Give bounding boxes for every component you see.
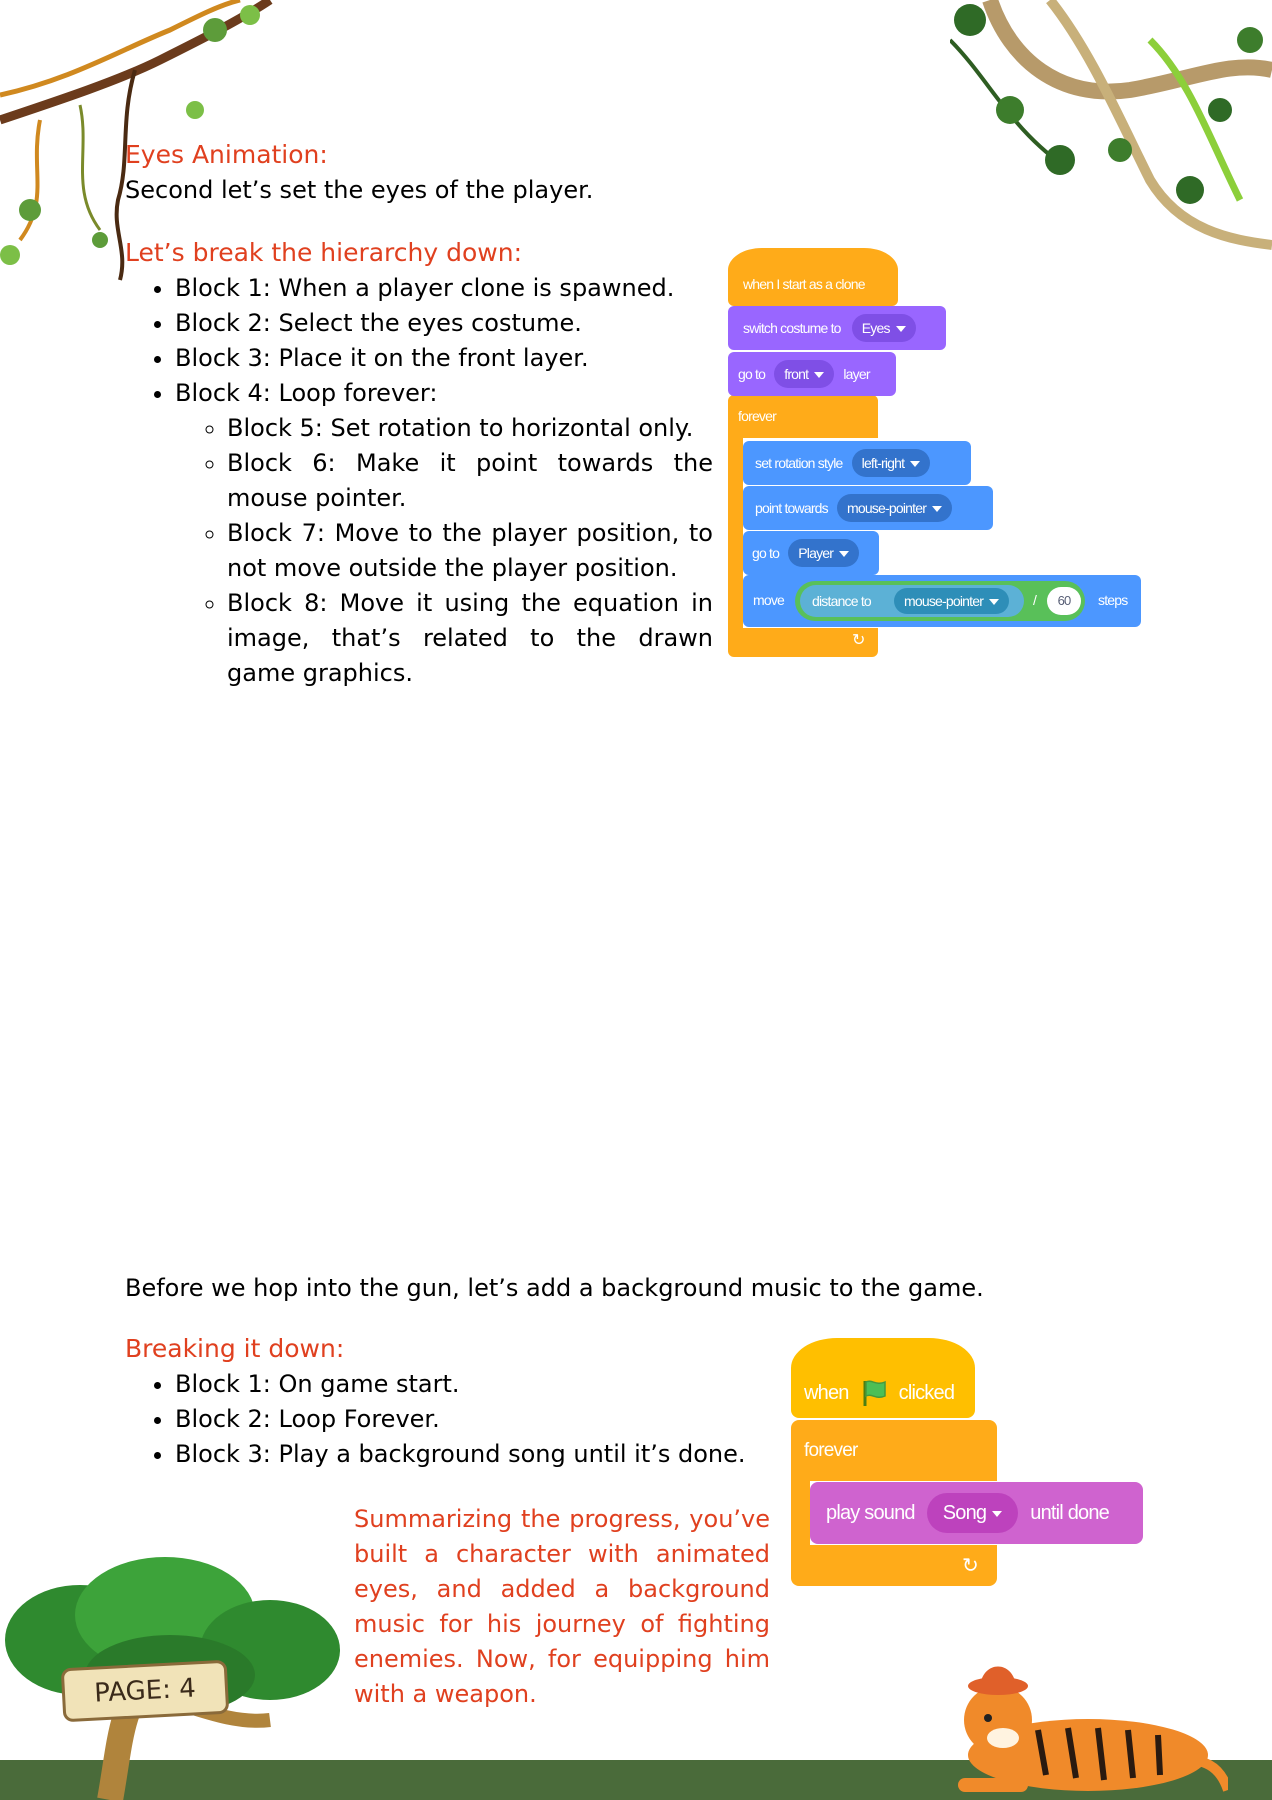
move-steps-block: move distance to mouse-pointer / 60 step… — [743, 575, 1141, 627]
sub-list-item: Block 6: Make it point towards the mouse… — [227, 446, 713, 516]
eyes-block-list: Block 1: When a player clone is spawned.… — [125, 271, 713, 691]
sub-list-item: Block 7: Move to the player position, to… — [227, 516, 713, 586]
distance-to-label: distance to — [812, 593, 872, 609]
move-label: move — [753, 592, 785, 608]
breaking-it-down-heading: Breaking it down: — [125, 1334, 345, 1363]
until-done-label: until done — [1030, 1501, 1110, 1524]
forever-label: forever — [738, 408, 777, 424]
point-dropdown[interactable]: mouse-pointer — [836, 494, 953, 522]
forever-label: forever — [804, 1440, 858, 1461]
tiger-illustration — [958, 1666, 1228, 1792]
player-dropdown[interactable]: Player — [788, 539, 860, 567]
layer-label: layer — [843, 366, 870, 382]
sub-list-item: Block 8: Move it using the equation in i… — [227, 586, 713, 691]
go-to-player-block: go to Player — [743, 531, 879, 575]
chevron-down-icon — [932, 506, 943, 513]
chevron-down-icon — [895, 326, 906, 333]
go-to-player-label: go to — [752, 545, 780, 561]
page-number-label: PAGE: 4 — [93, 1673, 197, 1709]
rotation-dropdown[interactable]: left-right — [851, 449, 931, 477]
switch-costume-block: switch costume to Eyes — [728, 306, 946, 350]
page-number-scroll: PAGE: 4 — [60, 1659, 230, 1723]
divide-symbol: / — [1033, 592, 1037, 608]
eyes-breakdown-heading: Let’s break the hierarchy down: — [125, 238, 522, 267]
play-sound-block: play sound Song until done — [810, 1482, 1143, 1544]
loop-arrow-icon: ↻ — [962, 1555, 979, 1577]
chevron-down-icon — [910, 461, 921, 468]
loop-arrow-icon: ↻ — [852, 632, 865, 649]
clicked-label: clicked — [898, 1381, 955, 1404]
list-item: Block 3: Place it on the front layer. — [175, 341, 713, 376]
list-item: Block 1: When a player clone is spawned. — [175, 271, 713, 306]
eyes-intro-text: Second let’s set the eyes of the player. — [125, 176, 594, 204]
go-to-label: go to — [738, 366, 766, 382]
play-sound-label: play sound — [826, 1501, 916, 1524]
chevron-down-icon — [989, 599, 1000, 606]
list-item-label: Block 4: Loop forever: — [175, 379, 438, 407]
distance-dropdown[interactable]: mouse-pointer — [894, 588, 1010, 614]
flag-hat-content: when clicked — [804, 1378, 955, 1408]
point-towards-label: point towards — [755, 500, 829, 516]
divisor-input[interactable]: 60 — [1047, 587, 1081, 615]
costume-dropdown[interactable]: Eyes — [851, 314, 916, 342]
distance-to-reporter: distance to mouse-pointer — [800, 585, 1024, 617]
sound-dropdown[interactable]: Song — [926, 1493, 1019, 1533]
chevron-down-icon — [992, 1510, 1003, 1517]
list-item: Block 2: Loop Forever. — [175, 1402, 765, 1437]
music-intro-text: Before we hop into the gun, let’s add a … — [125, 1274, 984, 1302]
switch-costume-label: switch costume to — [743, 320, 841, 336]
list-item: Block 3: Play a background song until it… — [175, 1437, 765, 1472]
list-item: Block 4: Loop forever: Block 5: Set rota… — [175, 376, 713, 691]
steps-label: steps — [1098, 592, 1128, 608]
layer-dropdown[interactable]: front — [774, 360, 835, 388]
when-label: when — [804, 1381, 849, 1404]
sub-list-item: Block 5: Set rotation to horizontal only… — [227, 411, 713, 446]
eyes-animation-heading: Eyes Animation: — [125, 140, 328, 169]
music-block-list: Block 1: On game start. Block 2: Loop Fo… — [125, 1367, 765, 1472]
set-rotation-label: set rotation style — [755, 455, 843, 471]
set-rotation-style-block: set rotation style left-right — [743, 441, 971, 485]
clone-hat-label: when I start as a clone — [743, 276, 865, 292]
chevron-down-icon — [839, 551, 850, 558]
point-towards-block: point towards mouse-pointer — [743, 486, 993, 530]
green-flag-icon[interactable] — [859, 1378, 889, 1408]
divide-operator: distance to mouse-pointer / 60 — [795, 581, 1085, 621]
chevron-down-icon — [814, 372, 825, 379]
list-item: Block 2: Select the eyes costume. — [175, 306, 713, 341]
go-to-layer-block: go to front layer — [728, 352, 896, 396]
summary-paragraph: Summarizing the progress, you’ve built a… — [354, 1505, 770, 1708]
jungle-vines-top-right — [950, 0, 1272, 250]
list-item: Block 1: On game start. — [175, 1367, 765, 1402]
